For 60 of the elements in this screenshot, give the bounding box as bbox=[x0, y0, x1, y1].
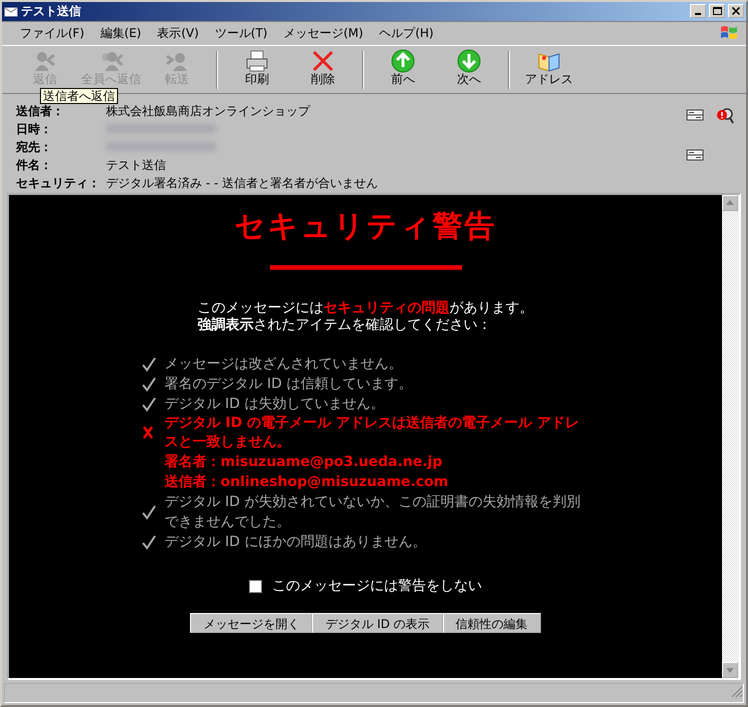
check-text: デジタル ID にほかの問題はありません。 bbox=[164, 532, 426, 552]
field-value: テスト送信 bbox=[106, 156, 166, 174]
warning-title: セキュリティ警告 bbox=[234, 208, 496, 245]
up-arrow-icon bbox=[726, 200, 734, 206]
intro-text: 強調表示されたアイテムを確認してください： bbox=[198, 316, 492, 334]
resize-grip-icon bbox=[729, 684, 743, 698]
delete-icon bbox=[310, 48, 336, 73]
envelope-icon bbox=[4, 5, 18, 18]
check-text: メッセージは改ざんされていません。 bbox=[164, 354, 402, 374]
toolbar-button[interactable]: アドレス bbox=[516, 48, 582, 87]
contact-card-icon bbox=[686, 108, 704, 122]
check-icon bbox=[140, 504, 156, 520]
checkbox-label: このメッセージには警告をしない bbox=[272, 576, 482, 596]
toolbar-button[interactable]: 印刷 bbox=[224, 48, 290, 87]
dialog-button[interactable]: デジタル ID の表示 bbox=[312, 612, 443, 633]
checkbox[interactable] bbox=[249, 580, 262, 593]
field-label: 送信者： bbox=[16, 102, 65, 120]
scroll-up-button[interactable] bbox=[722, 194, 738, 211]
field-label: セキュリティ： bbox=[16, 174, 101, 192]
close-button[interactable] bbox=[728, 4, 744, 18]
field-value: デジタル署名済み - - 送信者と署名者が合いません bbox=[106, 174, 378, 192]
field-label: 宛先： bbox=[16, 138, 53, 156]
check-icon bbox=[140, 534, 156, 550]
menu-item[interactable]: ツール(T) bbox=[206, 24, 276, 42]
scroll-down-button[interactable] bbox=[722, 662, 738, 678]
check-text: デジタル ID が失効されていないか、この証明書の失効情報を判別できませんでした。 bbox=[164, 492, 582, 532]
check-text: デジタル ID は失効していません。 bbox=[164, 394, 384, 414]
check-icon bbox=[140, 396, 156, 412]
down-arrow-icon bbox=[726, 668, 734, 673]
cross-icon bbox=[140, 424, 154, 440]
check-text: 署名のデジタル ID は信頼しています。 bbox=[164, 374, 412, 394]
check-text: デジタル ID の電子メール アドレスは送信者の電子メール アドレスと一致しません。 bbox=[164, 414, 580, 452]
field-label: 日時： bbox=[16, 120, 53, 138]
check-icon bbox=[140, 376, 156, 392]
address-text: 送信者：onlineshop@misuzuame.com bbox=[164, 472, 448, 492]
menu-item[interactable]: 編集(E) bbox=[92, 24, 150, 42]
intro-text: このメッセージにはセキュリティの問題があります。 bbox=[198, 300, 534, 317]
menu-item[interactable]: ファイル(F) bbox=[12, 24, 92, 42]
maximize-button[interactable] bbox=[709, 4, 725, 18]
security-warning-icon bbox=[716, 106, 734, 124]
printer-icon bbox=[244, 48, 270, 73]
field-label: 件名： bbox=[16, 156, 53, 174]
address-text: 署名者：misuzuame@po3.ueda.ne.jp bbox=[164, 452, 442, 472]
menu-item[interactable]: ヘルプ(H) bbox=[371, 24, 442, 42]
menu-item[interactable]: メッセージ(M) bbox=[276, 24, 372, 42]
maximize-icon bbox=[712, 7, 722, 16]
toolbar-button[interactable]: 次へ bbox=[436, 48, 502, 87]
check-icon bbox=[140, 356, 156, 372]
minimize-icon bbox=[695, 13, 701, 16]
field-value: 株式会社飯島商店オンラインショップ bbox=[106, 102, 310, 120]
close-icon bbox=[732, 7, 740, 16]
dialog-button[interactable]: 信頼性の編集 bbox=[442, 612, 541, 633]
menu-item[interactable]: 表示(V) bbox=[149, 24, 207, 42]
minimize-button[interactable] bbox=[690, 4, 706, 18]
tooltip: 送信者へ返信 bbox=[40, 88, 118, 104]
dialog-button[interactable]: メッセージを開く bbox=[190, 612, 312, 633]
contact-card-icon bbox=[686, 148, 704, 162]
window-title: テスト送信 bbox=[21, 3, 82, 20]
toolbar-button[interactable]: 前へ bbox=[370, 48, 436, 87]
toolbar-button[interactable]: 削除 bbox=[290, 48, 356, 87]
